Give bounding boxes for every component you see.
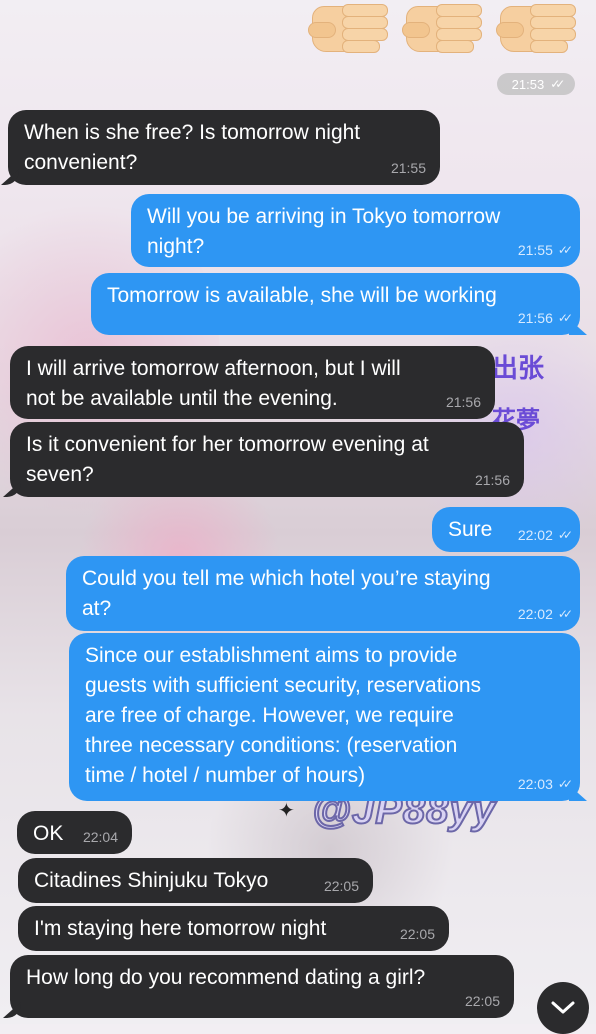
message-line: When is she free? Is tomorrow night xyxy=(24,121,361,144)
message-line: Sure xyxy=(448,518,493,541)
message-text: How long do you recommend dating a girl? xyxy=(26,963,425,993)
outgoing-message-bubble[interactable]: Could you tell me which hotel you’re sta… xyxy=(66,556,580,631)
chevron-down-icon xyxy=(551,1001,575,1014)
message-text: I'm staying here tomorrow night xyxy=(34,914,326,944)
message-time: 21:56 xyxy=(475,472,510,488)
fist-emoji-icon xyxy=(308,0,388,53)
message-time: 22:05 xyxy=(324,878,359,894)
message-line: I will arrive tomorrow afternoon, but I … xyxy=(26,357,401,380)
message-text: Sure xyxy=(448,515,492,545)
message-line: three necessary conditions: (reservation xyxy=(85,734,458,757)
timestamp: 21:56 xyxy=(474,472,510,488)
incoming-message-bubble[interactable]: I'm staying here tomorrow night 22:05 xyxy=(18,906,449,951)
message-time: 21:55 xyxy=(391,160,426,176)
message-line: not be available until the evening. xyxy=(26,387,338,410)
message-line: Since our establishment aims to provide xyxy=(85,644,458,667)
timestamp: 22:05 xyxy=(323,878,359,894)
message-time: 22:03 ✓✓ xyxy=(517,776,573,792)
message-line: I'm staying here tomorrow night xyxy=(34,917,327,940)
read-checkmarks-icon: ✓✓ xyxy=(557,607,573,621)
message-line: OK xyxy=(33,822,64,845)
outgoing-message-bubble[interactable]: Since our establishment aims to provide g… xyxy=(69,633,580,801)
incoming-message-bubble[interactable]: OK 22:04 xyxy=(17,811,132,854)
timestamp: 21:56 xyxy=(517,310,553,326)
read-checkmarks-icon: ✓✓ xyxy=(557,311,573,325)
message-text: Will you be arriving in Tokyo tomorrow ni… xyxy=(147,202,500,262)
star-icon: ✦ xyxy=(278,800,295,822)
message-text: I will arrive tomorrow afternoon, but I … xyxy=(26,354,401,414)
message-line: Citadines Shinjuku Tokyo xyxy=(34,869,269,892)
message-time: 22:05 xyxy=(400,926,435,942)
incoming-message-bubble[interactable]: Is it convenient for her tomorrow evenin… xyxy=(10,422,524,497)
timestamp: 22:03 xyxy=(517,776,553,792)
timestamp: 22:05 xyxy=(399,926,435,942)
outgoing-message-bubble[interactable]: Sure 22:02 ✓✓ xyxy=(432,507,580,552)
read-checkmarks-icon: ✓✓ xyxy=(557,528,573,542)
fist-emoji-icon xyxy=(496,0,576,53)
timestamp: 21:55 xyxy=(517,242,553,258)
message-text: Since our establishment aims to provide g… xyxy=(85,641,481,791)
message-line: are free of charge. However, we require xyxy=(85,704,454,727)
timestamp: 22:04 xyxy=(82,829,118,845)
incoming-message-bubble[interactable]: Citadines Shinjuku Tokyo 22:05 xyxy=(18,858,373,903)
read-checkmarks-icon: ✓✓ xyxy=(550,77,565,91)
watermark-text-1: 出张 xyxy=(492,353,545,383)
timestamp: 22:02 xyxy=(517,606,553,622)
message-time: 21:56 ✓✓ xyxy=(517,310,573,326)
message-text: Citadines Shinjuku Tokyo xyxy=(34,866,268,896)
message-time: 22:02 ✓✓ xyxy=(517,606,573,622)
message-line: seven? xyxy=(26,463,94,486)
message-text: Is it convenient for her tomorrow evenin… xyxy=(26,430,429,490)
message-line: night? xyxy=(147,235,205,258)
message-time: 21:56 xyxy=(446,394,481,410)
message-text: Could you tell me which hotel you’re sta… xyxy=(82,564,491,624)
incoming-message-bubble[interactable]: I will arrive tomorrow afternoon, but I … xyxy=(10,346,495,419)
message-line: Will you be arriving in Tokyo tomorrow xyxy=(147,205,501,228)
outgoing-message-bubble[interactable]: Will you be arriving in Tokyo tomorrow ni… xyxy=(131,194,580,267)
scroll-to-bottom-button[interactable] xyxy=(537,982,589,1034)
incoming-message-bubble[interactable]: When is she free? Is tomorrow night conve… xyxy=(8,110,440,185)
message-line: time / hotel / number of hours) xyxy=(85,764,366,787)
fist-emoji-icon xyxy=(402,0,482,53)
timestamp: 21:55 xyxy=(390,160,426,176)
message-text: OK xyxy=(33,819,63,849)
read-checkmarks-icon: ✓✓ xyxy=(557,777,573,791)
outgoing-message-bubble[interactable]: Tomorrow is available, she will be worki… xyxy=(91,273,580,335)
sticker-timestamp: 21:53 ✓✓ xyxy=(497,73,575,95)
message-text: When is she free? Is tomorrow night conve… xyxy=(24,118,360,178)
message-line: Could you tell me which hotel you’re sta… xyxy=(82,567,491,590)
message-line: Tomorrow is available, she will be worki… xyxy=(107,284,497,307)
message-line: How long do you recommend dating a girl? xyxy=(26,966,426,989)
message-time: 22:05 xyxy=(465,993,500,1009)
message-line: at? xyxy=(82,597,112,620)
timestamp: 21:56 xyxy=(445,394,481,410)
message-time: 21:55 ✓✓ xyxy=(517,242,573,258)
message-text: Tomorrow is available, she will be worki… xyxy=(107,281,497,311)
message-line: convenient? xyxy=(24,151,138,174)
message-line: guests with sufficient security, reserva… xyxy=(85,674,482,697)
message-time: 22:04 xyxy=(83,829,118,845)
incoming-message-bubble[interactable]: How long do you recommend dating a girl?… xyxy=(10,955,514,1018)
message-time: 22:02 ✓✓ xyxy=(517,527,573,543)
timestamp: 22:02 xyxy=(517,527,553,543)
timestamp: 21:53 xyxy=(511,76,545,92)
read-checkmarks-icon: ✓✓ xyxy=(557,243,573,257)
message-line: Is it convenient for her tomorrow evenin… xyxy=(26,433,429,456)
timestamp: 22:05 xyxy=(464,993,500,1009)
reaction-emojis xyxy=(308,0,576,53)
